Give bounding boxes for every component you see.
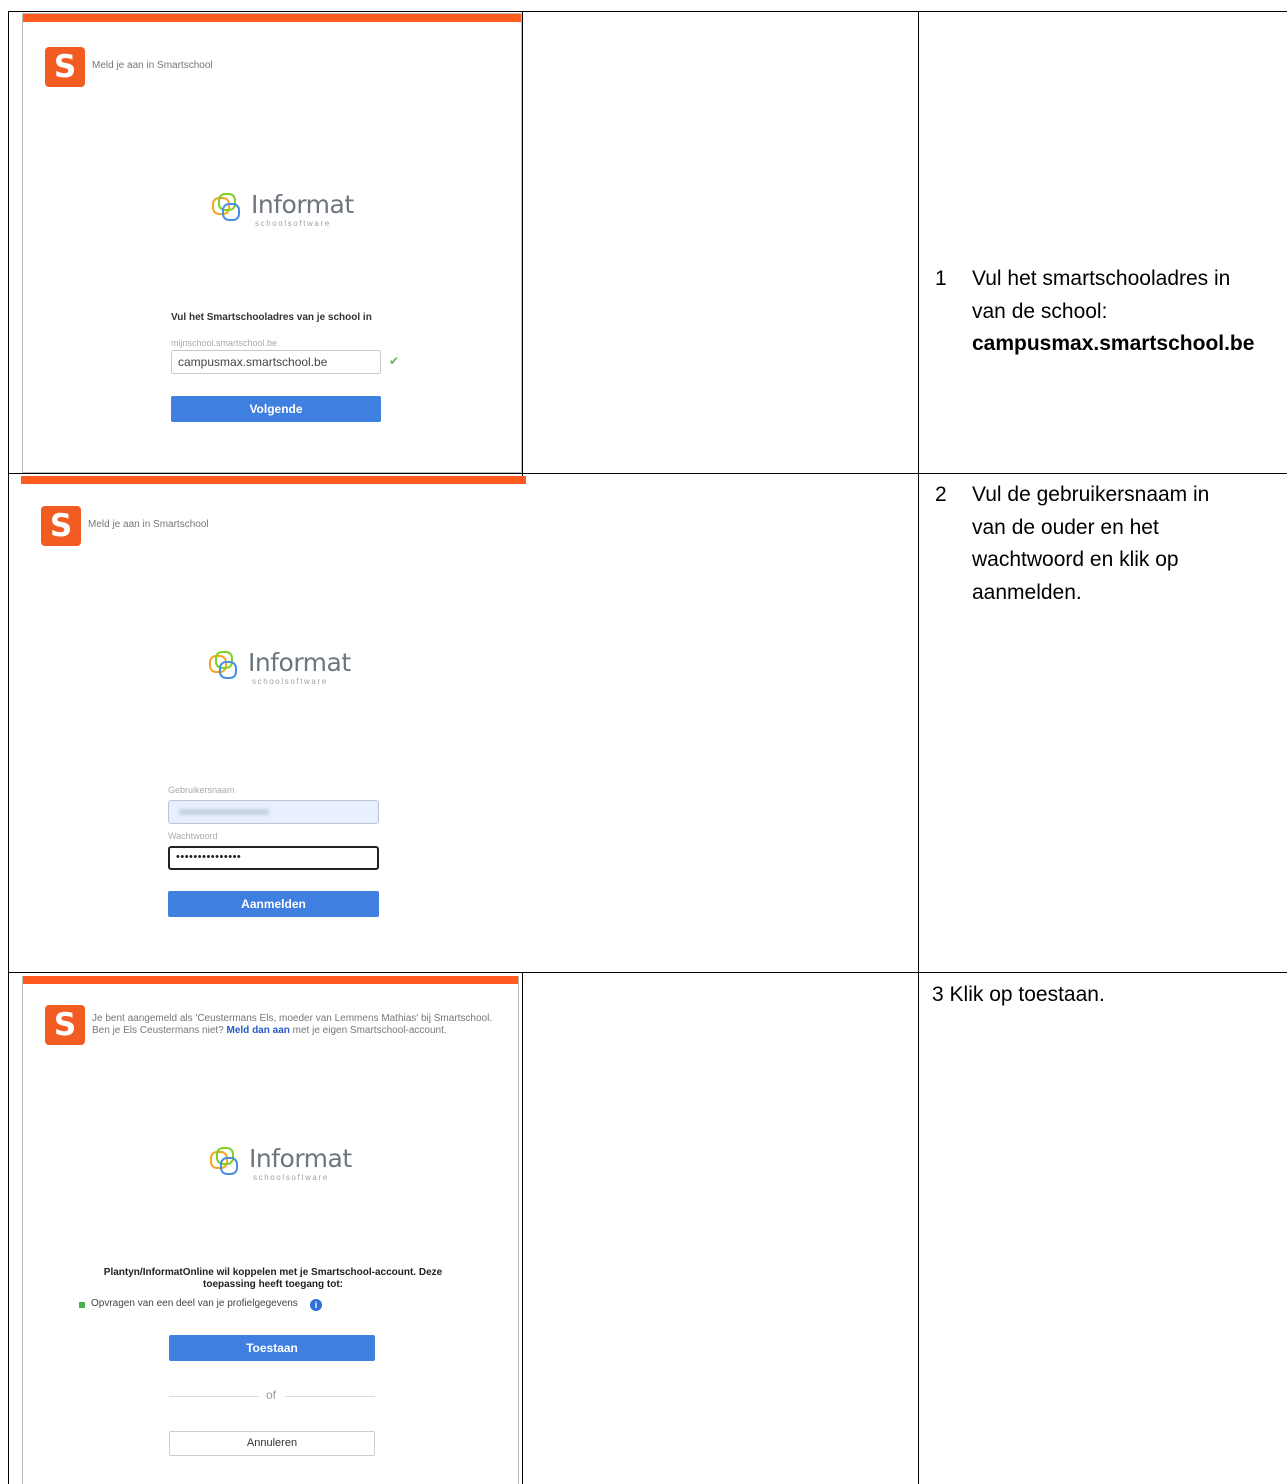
step-text: Klik op toestaan. [949,983,1105,1006]
or-divider-right [285,1396,375,1397]
smartschool-s-logo-icon: S [45,47,85,87]
password-label: Wachtwoord [168,831,218,841]
form-title: Vul het Smartschooladres van je school i… [171,312,372,323]
blurred-username [179,809,269,815]
own-account-text: met je eigen Smartschool-account. [292,1025,447,1036]
table-border-left [8,11,9,1484]
table-row-divider-1 [8,473,1287,474]
field-placeholder-hint: mijnschool.smartschool.be [171,338,278,348]
not-you-line: Ben je Els Ceustermans niet? Meld dan aa… [92,1025,517,1037]
step-instruction: Vul de gebruikersnaam in van de ouder en… [972,479,1287,609]
informat-rings-logo-icon [212,193,240,221]
table-border-top [8,11,1287,12]
informat-brand: Informat schoolsoftware [209,1144,352,1190]
step-number: 2 [935,483,947,506]
step-line: aanmelden. [972,580,1082,604]
informat-brand: Informat schoolsoftware [211,190,354,236]
school-address-input[interactable]: campusmax.smartschool.be [171,350,381,374]
sign-in-button[interactable]: Aanmelden [168,891,379,917]
permission-title-line: toepassing heeft toegang tot: [203,1279,343,1290]
brand-name: Informat [248,648,351,677]
shot-header: Je bent aangemeld als 'Ceustermans Els, … [92,1013,517,1037]
permission-title: Plantyn/InformatOnline wil koppelen met … [63,1267,483,1291]
password-dots: ••••••••••••••• [176,851,242,863]
informat-brand: Informat schoolsoftware [208,648,351,694]
or-divider-left [169,1396,259,1397]
orange-top-bar [21,476,526,484]
sign-in-other-link[interactable]: Meld dan aan [227,1025,290,1036]
signed-in-as-text: Je bent aangemeld als 'Ceustermans Els, … [92,1013,493,1024]
informat-rings-logo-icon [210,1147,238,1175]
step-instruction: Vul het smartschooladres in van de schoo… [972,263,1287,361]
shot-header: Meld je aan in Smartschool [88,519,209,530]
or-text: of [266,1388,277,1402]
allow-button[interactable]: Toestaan [169,1335,375,1361]
step-number: 3 [932,983,944,1006]
table-column-divider-2 [918,11,919,1484]
step-line: Vul het smartschooladres in [972,267,1231,290]
check-icon: ✔ [389,354,400,368]
brand-subtitle: schoolsoftware [255,219,331,228]
cancel-button[interactable]: Annuleren [169,1431,375,1456]
brand-name: Informat [249,1144,352,1173]
orange-top-bar [23,976,518,984]
info-icon[interactable]: i [310,1299,322,1311]
brand-name: Informat [251,190,354,219]
shot-header: Meld je aan in Smartschool [92,60,213,71]
table-row-divider-2 [8,972,1287,973]
username-label: Gebruikersnaam [168,785,235,795]
password-input[interactable]: ••••••••••••••• [168,846,379,870]
step-line: van de ouder en het [972,515,1159,539]
brand-subtitle: schoolsoftware [252,677,328,686]
smartschool-s-logo-icon: S [41,506,81,546]
step-line: Vul de gebruikersnaam in [972,483,1210,506]
next-button[interactable]: Volgende [171,396,381,422]
step-line: van de school: [972,299,1108,323]
step-bold-text: campusmax.smartschool.be [972,332,1255,355]
step-line: wachtwoord en klik op [972,548,1179,571]
not-you-text: Ben je Els Ceustermans niet? [92,1025,224,1036]
step-bold-address: campusmax.smartschool.be [972,328,1287,361]
screenshot-authorize: S Je bent aangemeld als 'Ceustermans Els… [22,976,519,1484]
step-number: 1 [935,267,947,290]
permission-bullet-icon [79,1302,85,1308]
screenshot-address-form: S Meld je aan in Smartschool Informat sc… [22,13,522,473]
step-instruction: 3 Klik op toestaan. [932,979,1282,1012]
brand-subtitle: schoolsoftware [253,1173,329,1182]
permission-item: Opvragen van een deel van je profielgege… [91,1298,298,1309]
orange-top-bar [23,14,521,22]
username-input[interactable] [168,800,379,824]
informat-rings-logo-icon [209,651,237,679]
smartschool-s-logo-icon: S [45,1005,85,1045]
screenshot-login-form: S Meld je aan in Smartschool Informat sc… [21,476,526,972]
permission-title-line: Plantyn/InformatOnline wil koppelen met … [103,1267,443,1278]
